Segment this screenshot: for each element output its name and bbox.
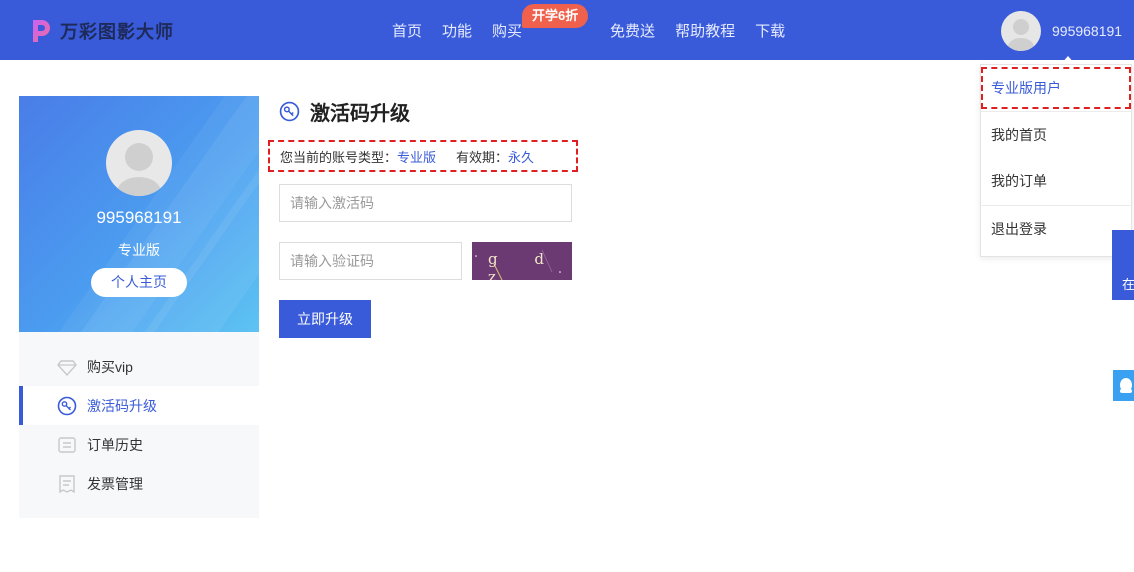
activation-code-placeholder: 请输入激活码 xyxy=(290,195,374,211)
qq-icon xyxy=(1120,378,1132,393)
nav-free[interactable]: 免费送 xyxy=(610,20,655,41)
float-online-service[interactable]: 在 xyxy=(1112,230,1134,300)
invoice-icon xyxy=(59,474,75,493)
account-type-label: 您当前的账号类型： xyxy=(280,149,398,165)
logo[interactable]: 万彩图影大师 xyxy=(30,18,174,44)
validity-value: 永久 xyxy=(508,149,535,165)
dropdown-pro-user[interactable]: 专业版用户 xyxy=(981,67,1131,109)
dropdown-logout[interactable]: 退出登录 xyxy=(981,205,1131,252)
promo-badge[interactable]: 开学6折 xyxy=(522,4,589,28)
profile-level: 专业版 xyxy=(118,242,160,258)
sidebar-item-invoice[interactable]: 发票管理 xyxy=(19,464,259,503)
avatar xyxy=(1001,11,1041,51)
user-dropdown: 专业版用户 我的首页 我的订单 退出登录 xyxy=(980,64,1132,257)
side-menu: 购买vip 激活码升级 订单历史 发票管理 xyxy=(19,332,259,518)
validity-label: 有效期： xyxy=(456,149,509,165)
sidebar-item-label: 订单历史 xyxy=(87,436,143,453)
diamond-icon xyxy=(57,359,77,376)
nav-download[interactable]: 下载 xyxy=(755,20,785,41)
sidebar-item-label: 发票管理 xyxy=(87,475,143,492)
sidebar-item-buy-vip[interactable]: 购买vip xyxy=(19,347,259,386)
captcha-placeholder: 请输入验证码 xyxy=(290,253,374,269)
sidebar-item-label: 激活码升级 xyxy=(87,397,157,414)
list-icon xyxy=(58,436,76,453)
nav-home[interactable]: 首页 xyxy=(392,20,422,41)
nav-help[interactable]: 帮助教程 xyxy=(675,20,735,41)
nav-buy[interactable]: 购买 xyxy=(492,20,522,41)
logo-text: 万彩图影大师 xyxy=(60,22,174,42)
header-username: 995968191 xyxy=(1052,23,1123,39)
main-nav: 首页 功能 购买 免费送 帮助教程 下载 xyxy=(392,0,805,60)
sidebar-item-order-history[interactable]: 订单历史 xyxy=(19,425,259,464)
profile-avatar xyxy=(106,130,172,196)
float-qq-button[interactable] xyxy=(1113,370,1134,401)
page-title-text: 激活码升级 xyxy=(310,103,410,125)
sidebar-item-activation[interactable]: 激活码升级 xyxy=(19,386,259,425)
profile-username: 995968191 xyxy=(96,208,182,227)
captcha-image[interactable]: g d z xyxy=(472,242,572,280)
user-menu-trigger[interactable]: 995968191 xyxy=(1001,11,1122,51)
nav-features[interactable]: 功能 xyxy=(442,20,472,41)
user-silhouette-icon xyxy=(117,143,161,196)
activation-icon xyxy=(57,396,77,415)
user-silhouette-icon xyxy=(1008,19,1034,51)
top-header: 万彩图影大师 首页 功能 购买 免费送 帮助教程 下载 开学6折 9959681… xyxy=(0,0,1134,60)
logo-icon xyxy=(33,20,50,42)
captcha-text: g d z xyxy=(488,250,560,280)
upgrade-now-button[interactable]: 立即升级 xyxy=(279,300,371,338)
activation-icon xyxy=(279,101,300,122)
dropdown-caret xyxy=(1061,56,1075,64)
page-title: 激活码升级 xyxy=(279,97,410,126)
dropdown-my-home[interactable]: 我的首页 xyxy=(981,111,1131,158)
sidebar-item-label: 购买vip xyxy=(87,358,133,375)
captcha-input[interactable]: 请输入验证码 xyxy=(279,242,462,280)
dropdown-my-orders[interactable]: 我的订单 xyxy=(981,158,1131,205)
personal-home-button[interactable]: 个人主页 xyxy=(91,268,187,297)
profile-card: 995968191 专业版 个人主页 xyxy=(19,96,259,332)
activation-code-input[interactable]: 请输入激活码 xyxy=(279,184,572,222)
account-type-value: 专业版 xyxy=(397,149,437,165)
account-info: 您当前的账号类型： 专业版 有效期： 永久 xyxy=(268,140,578,172)
